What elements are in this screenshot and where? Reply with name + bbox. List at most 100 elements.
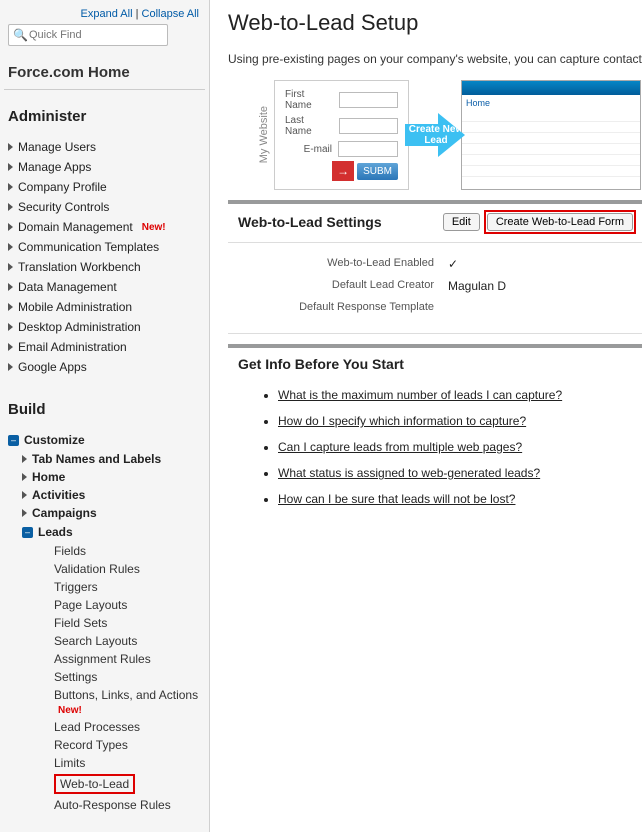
quick-find-input[interactable] — [8, 24, 168, 46]
email-label: E-mail — [304, 144, 332, 155]
list-item-label[interactable]: Triggers — [54, 580, 98, 594]
info-links-list: What is the maximum number of leads I ca… — [238, 382, 632, 512]
sidebar-item-label[interactable]: Google Apps — [18, 360, 87, 374]
list-item[interactable]: Settings — [54, 668, 205, 686]
first-name-label: First Name — [285, 89, 333, 111]
sidebar-item-label[interactable]: Activities — [32, 488, 85, 502]
forcecom-home-heading[interactable]: Force.com Home — [4, 46, 205, 90]
submit-button: SUBM — [357, 163, 398, 180]
auto-response-link[interactable]: Auto-Response Rules — [54, 798, 171, 812]
info-link-item: What is the maximum number of leads I ca… — [278, 382, 632, 408]
sidebar-item[interactable]: Domain ManagementNew! — [6, 217, 205, 237]
sidebar-item-label[interactable]: Email Administration — [18, 340, 127, 354]
sidebar-item[interactable]: Manage Apps — [6, 157, 205, 177]
sidebar-item[interactable]: Tab Names and Labels — [22, 450, 205, 468]
list-item-label[interactable]: Settings — [54, 670, 97, 684]
list-item[interactable]: Buttons, Links, and Actions New! — [54, 686, 205, 718]
arrow-text: Create New Lead — [407, 124, 465, 146]
leads-children-extra: Web-to-Lead Auto-Response Rules — [6, 772, 205, 814]
collapse-icon[interactable] — [22, 527, 33, 538]
expand-all-link[interactable]: Expand All — [81, 8, 133, 20]
list-item-label[interactable]: Buttons, Links, and Actions — [54, 688, 198, 702]
sidebar-item-label[interactable]: Campaigns — [32, 506, 97, 520]
info-link[interactable]: Can I capture leads from multiple web pa… — [278, 440, 522, 454]
expand-collapse-row: Expand All | Collapse All — [4, 6, 205, 24]
page-title: Web-to-Lead Setup — [228, 10, 642, 36]
info-link[interactable]: What is the maximum number of leads I ca… — [278, 388, 562, 402]
sidebar-item[interactable]: Mobile Administration — [6, 297, 205, 317]
list-item-label[interactable]: Assignment Rules — [54, 652, 151, 666]
list-item-label[interactable]: Search Layouts — [54, 634, 137, 648]
leads-node[interactable]: Leads — [6, 522, 205, 542]
leads-label[interactable]: Leads — [38, 525, 73, 539]
sidebar-item[interactable]: Company Profile — [6, 177, 205, 197]
sidebar-item-label[interactable]: Desktop Administration — [18, 320, 141, 334]
sidebar-item-label[interactable]: Domain Management — [18, 220, 133, 234]
sidebar-item-label[interactable]: Manage Users — [18, 140, 96, 154]
list-item[interactable]: Lead Processes — [54, 718, 205, 736]
list-item-label[interactable]: Field Sets — [54, 616, 107, 630]
first-name-input — [339, 92, 398, 108]
list-item-label[interactable]: Fields — [54, 544, 86, 558]
info-link[interactable]: How do I specify which information to ca… — [278, 414, 526, 428]
list-item-label[interactable]: Page Layouts — [54, 598, 127, 612]
sidebar-item[interactable]: Desktop Administration — [6, 317, 205, 337]
list-item-label[interactable]: Record Types — [54, 738, 128, 752]
sidebar-item[interactable]: Data Management — [6, 277, 205, 297]
info-link[interactable]: How can I be sure that leads will not be… — [278, 492, 515, 506]
sidebar-item-label[interactable]: Manage Apps — [18, 160, 91, 174]
customize-node[interactable]: Customize — [6, 430, 205, 450]
sidebar-item-label[interactable]: Tab Names and Labels — [32, 452, 161, 466]
sidebar-item-label[interactable]: Data Management — [18, 280, 117, 294]
sidebar-item-label[interactable]: Security Controls — [18, 200, 109, 214]
sidebar-item[interactable]: Security Controls — [6, 197, 205, 217]
sidebar-item-label[interactable]: Translation Workbench — [18, 260, 141, 274]
collapse-icon[interactable] — [8, 435, 19, 446]
chevron-right-icon — [22, 455, 27, 463]
sidebar-item[interactable]: Communication Templates — [6, 237, 205, 257]
create-web-to-lead-form-button[interactable]: Create Web-to-Lead Form — [487, 213, 633, 231]
sidebar-item[interactable]: Google Apps — [6, 357, 205, 377]
list-item-label[interactable]: Lead Processes — [54, 720, 140, 734]
list-item[interactable]: Limits — [54, 754, 205, 772]
list-item[interactable]: Record Types — [54, 736, 205, 754]
chevron-right-icon — [8, 163, 13, 171]
sidebar-item-label[interactable]: Home — [32, 470, 65, 484]
web-to-lead-item[interactable]: Web-to-Lead — [54, 772, 205, 796]
list-item[interactable]: Search Layouts — [54, 632, 205, 650]
illustration: My Website First Name Last Name E-mail S… — [258, 80, 642, 190]
auto-response-item[interactable]: Auto-Response Rules — [54, 796, 205, 814]
settings-heading: Web-to-Lead Settings — [238, 214, 443, 230]
edit-button[interactable]: Edit — [443, 213, 480, 231]
list-item[interactable]: Page Layouts — [54, 596, 205, 614]
sidebar-item[interactable]: Activities — [22, 486, 205, 504]
list-item[interactable]: Validation Rules — [54, 560, 205, 578]
creator-value: Magulan D — [448, 279, 506, 293]
list-item-label[interactable]: Validation Rules — [54, 562, 140, 576]
sidebar-item[interactable]: Home — [22, 468, 205, 486]
list-item[interactable]: Field Sets — [54, 614, 205, 632]
sidebar-item-label[interactable]: Company Profile — [18, 180, 107, 194]
collapse-all-link[interactable]: Collapse All — [142, 8, 199, 20]
sidebar-item[interactable]: Campaigns — [22, 504, 205, 522]
info-link-item: Can I capture leads from multiple web pa… — [278, 434, 632, 460]
sidebar-item-label[interactable]: Mobile Administration — [18, 300, 132, 314]
settings-kv: Web-to-Lead Enabled Default Lead Creator… — [228, 243, 642, 334]
web-to-lead-link[interactable]: Web-to-Lead — [60, 777, 129, 791]
customize-label[interactable]: Customize — [24, 433, 85, 447]
info-link-item: How do I specify which information to ca… — [278, 408, 632, 434]
sidebar-item[interactable]: Manage Users — [6, 137, 205, 157]
sidebar-item[interactable]: Email Administration — [6, 337, 205, 357]
quick-find-wrap: 🔍 — [8, 24, 168, 46]
leads-children: Fields Validation Rules Triggers Page Layou… — [6, 542, 205, 772]
highlight-box: Create Web-to-Lead Form — [484, 210, 636, 234]
list-item[interactable]: Assignment Rules — [54, 650, 205, 668]
info-link[interactable]: What status is assigned to web-generated… — [278, 466, 540, 480]
sidebar-item-label[interactable]: Communication Templates — [18, 240, 159, 254]
sidebar-item[interactable]: Translation Workbench — [6, 257, 205, 277]
chevron-right-icon — [8, 183, 13, 191]
sidebar: Expand All | Collapse All 🔍 Force.com Ho… — [0, 0, 210, 832]
chevron-right-icon — [8, 223, 13, 231]
list-item[interactable]: Fields — [54, 542, 205, 560]
list-item[interactable]: Triggers — [54, 578, 205, 596]
